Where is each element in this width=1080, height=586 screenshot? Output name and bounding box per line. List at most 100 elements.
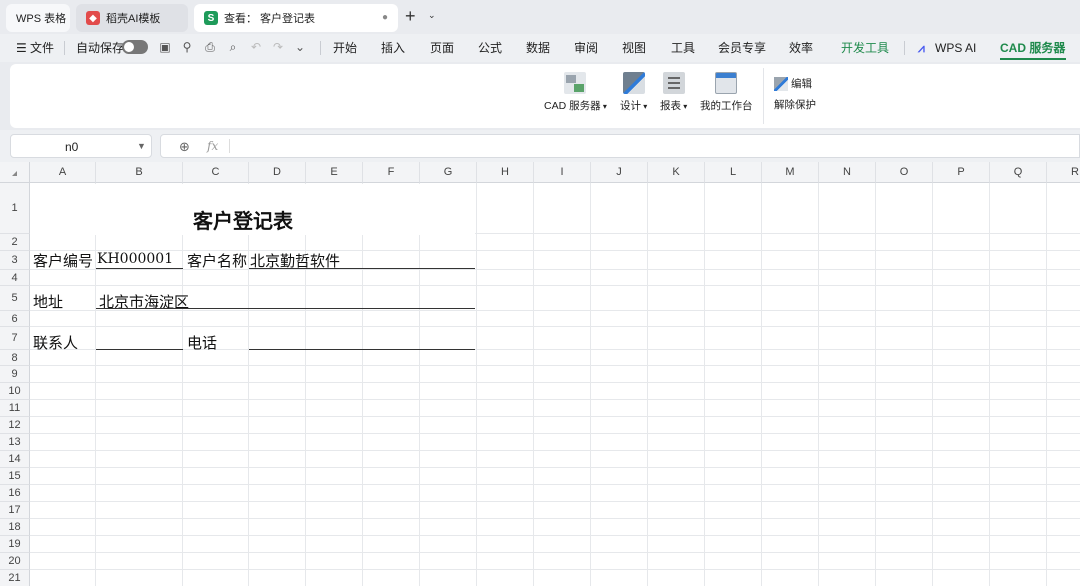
row-header-3[interactable]: 3	[0, 251, 30, 270]
design-button[interactable]: 设计 ▾	[620, 72, 647, 113]
menu-dev-tools[interactable]: 开发工具	[841, 40, 889, 56]
row-header-14[interactable]: 14	[0, 451, 30, 468]
column-header-d[interactable]: D	[249, 162, 306, 183]
menu-view[interactable]: 视图	[622, 40, 646, 56]
menu-data[interactable]: 数据	[526, 40, 550, 56]
menu-efficiency[interactable]: 效率	[789, 40, 813, 56]
ribbon-panel: CAD 服务器 ▾ 设计 ▾ 报表 ▾ 我的工作台 编辑 解除保护	[10, 64, 1080, 128]
spreadsheet-grid[interactable]: ABCDEFGHIJKLMNOPQR 1 2 3 4 5 6 7 8 9 10 11 12 13 14 15…	[0, 162, 1080, 586]
row-header-4[interactable]: 4	[0, 270, 30, 286]
share-icon[interactable]: ⚲	[180, 40, 194, 54]
new-tab-button[interactable]: +	[405, 6, 416, 26]
menu-page[interactable]: 页面	[430, 40, 454, 56]
column-header-j[interactable]: J	[591, 162, 648, 183]
cad-server-button[interactable]: CAD 服务器 ▾	[544, 72, 607, 113]
column-header-k[interactable]: K	[648, 162, 705, 183]
report-button[interactable]: 报表 ▾	[660, 72, 687, 113]
print-preview-icon[interactable]: ⌕	[226, 40, 240, 54]
column-header-g[interactable]: G	[420, 162, 477, 183]
menu-tools[interactable]: 工具	[671, 40, 695, 56]
edit-button[interactable]: 编辑	[774, 76, 812, 91]
grid-column-line	[182, 183, 183, 586]
menu-insert[interactable]: 插入	[381, 40, 405, 56]
phone-label: 电话	[187, 334, 218, 352]
customer-no-value[interactable]: KH000001	[97, 251, 173, 267]
tab-wps-home[interactable]: WPS 表格	[6, 4, 70, 32]
contact-label: 联系人	[33, 334, 79, 352]
row-header-9[interactable]: 9	[0, 366, 30, 383]
customer-name-underline	[249, 268, 475, 269]
column-header-r[interactable]: R	[1047, 162, 1080, 183]
row-header-16[interactable]: 16	[0, 485, 30, 502]
tab-home-label: WPS 表格	[16, 13, 67, 25]
menu-start[interactable]: 开始	[333, 40, 357, 56]
active-menu-underline	[1000, 58, 1066, 60]
column-header-p[interactable]: P	[933, 162, 990, 183]
tab-close-icon[interactable]: ●	[382, 12, 388, 23]
row-header-8[interactable]: 8	[0, 350, 30, 366]
column-header-q[interactable]: Q	[990, 162, 1047, 183]
menu-cad-server[interactable]: CAD 服务器	[1000, 40, 1065, 56]
dropdown-arrow-icon: ▾	[681, 102, 688, 111]
row-header-20[interactable]: 20	[0, 553, 30, 570]
grid-row-line	[30, 416, 1080, 417]
save-icon[interactable]: ▣	[158, 40, 172, 54]
print-icon[interactable]: ⎙	[203, 40, 217, 54]
edit-label: 编辑	[791, 78, 812, 90]
column-header-c[interactable]: C	[183, 162, 249, 183]
column-header-i[interactable]: I	[534, 162, 591, 183]
column-header-f[interactable]: F	[363, 162, 420, 183]
chevron-down-icon[interactable]: ▼	[137, 141, 146, 151]
edit-pencil-icon	[774, 76, 788, 91]
row-header-6[interactable]: 6	[0, 311, 30, 327]
row-header-13[interactable]: 13	[0, 434, 30, 451]
quick-access-more-icon[interactable]: ⌄	[293, 40, 307, 54]
column-header-l[interactable]: L	[705, 162, 762, 183]
grid-column-line	[761, 183, 762, 586]
autosave-label: 自动保存	[76, 41, 125, 55]
hamburger-icon[interactable]: ☰	[16, 40, 27, 56]
column-header-e[interactable]: E	[306, 162, 363, 183]
row-header-2[interactable]: 2	[0, 234, 30, 251]
row-header-12[interactable]: 12	[0, 417, 30, 434]
row-header-1[interactable]: 1	[0, 183, 30, 234]
redo-icon[interactable]: ↷	[271, 40, 285, 54]
menu-divider	[64, 41, 65, 55]
column-header-n[interactable]: N	[819, 162, 876, 183]
select-all-corner[interactable]	[0, 162, 30, 183]
menu-review[interactable]: 审阅	[574, 40, 598, 56]
zoom-icon[interactable]: ⊕	[179, 139, 190, 155]
row-header-11[interactable]: 11	[0, 400, 30, 417]
column-header-a[interactable]: A	[30, 162, 96, 183]
new-tab-menu-icon[interactable]: ⌄	[428, 10, 436, 21]
fx-icon[interactable]: fx	[207, 139, 218, 153]
grid-column-line	[932, 183, 933, 586]
menu-wps-ai[interactable]: WPS AI	[935, 40, 976, 56]
menu-file[interactable]: 文件	[30, 40, 54, 56]
name-box[interactable]: n0 ▼	[10, 134, 152, 158]
unprotect-button[interactable]: 解除保护	[774, 97, 816, 112]
row-header-7[interactable]: 7	[0, 327, 30, 350]
menu-formula[interactable]: 公式	[478, 40, 502, 56]
row-header-21[interactable]: 21	[0, 570, 30, 586]
autosave-toggle[interactable]	[122, 40, 148, 54]
row-header-15[interactable]: 15	[0, 468, 30, 485]
row-header-18[interactable]: 18	[0, 519, 30, 536]
column-header-h[interactable]: H	[477, 162, 534, 183]
column-header-m[interactable]: M	[762, 162, 819, 183]
row-header-10[interactable]: 10	[0, 383, 30, 400]
workbench-button[interactable]: 我的工作台	[700, 72, 753, 113]
undo-icon[interactable]: ↶	[249, 40, 263, 54]
row-header-19[interactable]: 19	[0, 536, 30, 553]
grid-column-line	[1046, 183, 1047, 586]
row-header-17[interactable]: 17	[0, 502, 30, 519]
tab-customer-register[interactable]: S 查看： 客户登记表 ●	[194, 4, 398, 32]
column-header-o[interactable]: O	[876, 162, 933, 183]
tab-ai-template[interactable]: ◆ 稻壳AI模板	[76, 4, 188, 32]
row-header-5[interactable]: 5	[0, 286, 30, 311]
column-header-b[interactable]: B	[96, 162, 183, 183]
menu-member[interactable]: 会员专享	[718, 40, 766, 56]
grid-row-line	[30, 365, 1080, 366]
formula-input[interactable]: ⊕ fx	[160, 134, 1080, 158]
grid-row-line	[30, 433, 1080, 434]
